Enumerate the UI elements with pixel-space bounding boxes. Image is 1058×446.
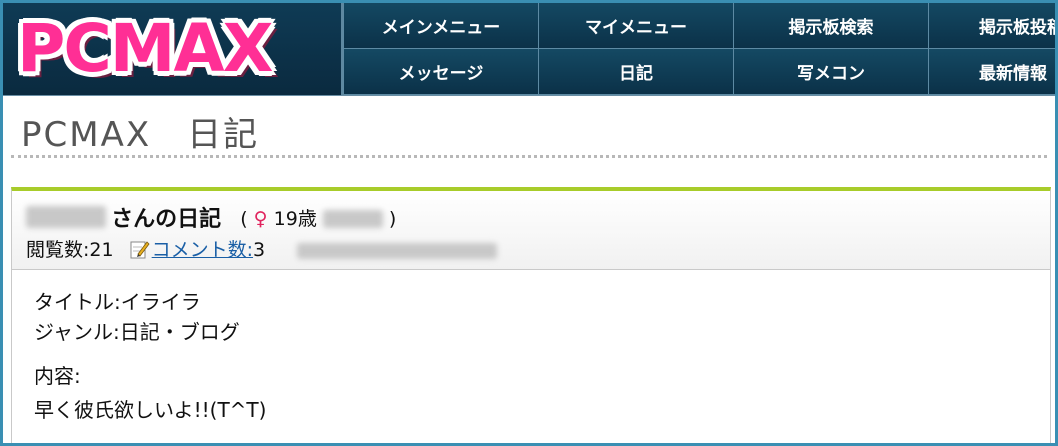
diary-header: さんの日記 ( ♀ 19歳) 閲覧数:21 コメント数:3: [12, 191, 1050, 270]
logo-link[interactable]: PCMAX: [3, 3, 343, 95]
meta-open-paren: (: [240, 207, 248, 230]
page-title: PCMAX 日記: [21, 115, 260, 155]
owner-age: 19歳: [273, 207, 317, 230]
comments-count: 3: [253, 239, 266, 261]
browser-frame: PCMAX メインメニュー マイメニュー 掲示板検索 掲示板投稿 メッセージ 日…: [0, 0, 1058, 446]
nav-latest-info[interactable]: 最新情報: [928, 49, 1055, 95]
nav-board-post[interactable]: 掲示板投稿: [928, 3, 1055, 49]
site-logo: PCMAX: [17, 10, 273, 87]
owner-meta: ( ♀ 19歳): [240, 208, 396, 230]
views-label: 閲覧数:: [26, 239, 90, 261]
diary-body: タイトル:イライラ ジャンル:日記・ブログ 内容: 早く彼氏欲しいよ!!(T^T…: [34, 287, 266, 425]
blurred-date: [297, 242, 498, 259]
nav-photo-contest[interactable]: 写メコン: [733, 49, 928, 95]
nav-diary[interactable]: 日記: [538, 49, 733, 95]
nav-my-menu[interactable]: マイメニュー: [538, 3, 733, 49]
views-count: 21: [89, 239, 114, 261]
diary-owner-line: さんの日記 ( ♀ 19歳): [26, 201, 396, 233]
site-header: PCMAX メインメニュー マイメニュー 掲示板検索 掲示板投稿 メッセージ 日…: [3, 3, 1055, 96]
global-nav: メインメニュー マイメニュー 掲示板検索 掲示板投稿 メッセージ 日記 写メコン…: [343, 3, 1055, 95]
blurred-username[interactable]: [26, 206, 106, 228]
comments-link[interactable]: コメント数:: [152, 239, 253, 261]
nav-board-search[interactable]: 掲示板検索: [733, 3, 928, 49]
diary-owner-suffix: さんの日記: [111, 207, 222, 232]
diary-stats-line: 閲覧数:21 コメント数:3: [26, 235, 498, 264]
diary-genre-line: ジャンル:日記・ブログ: [34, 320, 240, 344]
nav-messages[interactable]: メッセージ: [343, 49, 538, 95]
diary-panel: さんの日記 ( ♀ 19歳) 閲覧数:21 コメント数:3 タイトル:イライラ …: [11, 187, 1051, 443]
pencil-icon: [130, 239, 150, 264]
female-icon: ♀: [253, 207, 268, 230]
diary-title-line: タイトル:イライラ: [34, 290, 201, 314]
dotted-divider: [11, 155, 1047, 158]
nav-main-menu[interactable]: メインメニュー: [343, 3, 538, 49]
diary-content-label: 内容:: [34, 364, 81, 388]
meta-close-paren: ): [388, 207, 397, 230]
blurred-region: [322, 210, 383, 228]
diary-content-text: 早く彼氏欲しいよ!!(T^T): [34, 398, 267, 422]
